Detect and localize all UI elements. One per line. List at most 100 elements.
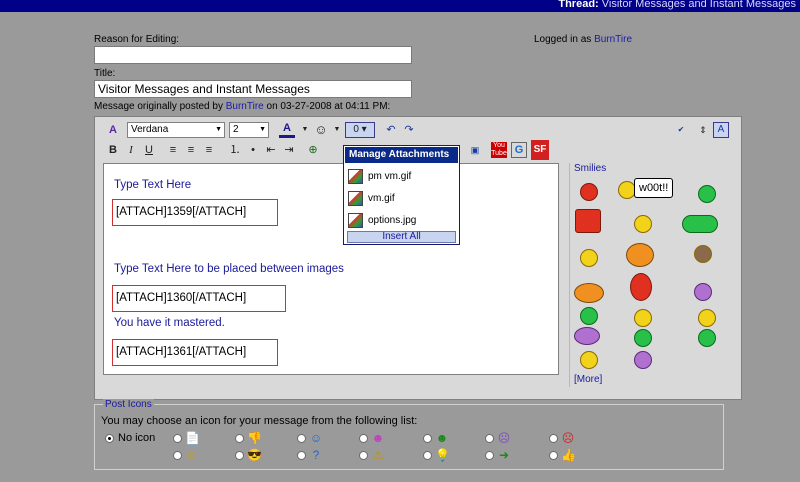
logged-in-text: Logged in as BurnTire: [534, 34, 632, 45]
toolbar-row-1: A Verdana ▼ 2 ▼ A ▼ ☺ ▼ 0 ▾ ↶ ↷ ✔ ⇕ A: [101, 122, 741, 142]
post-icons-fieldset: Post Icons You may choose an icon for yo…: [94, 399, 724, 470]
preview-icon[interactable]: A: [713, 122, 729, 138]
google-icon[interactable]: G: [511, 142, 527, 158]
warning-icon: ⚠: [372, 448, 384, 462]
thread-title: Thread: Visitor Messages and Instant Mes…: [558, 0, 796, 10]
question-icon: ?: [312, 448, 320, 462]
post-icon-radio[interactable]: [549, 451, 558, 460]
resize-icon[interactable]: ⇕: [695, 122, 711, 138]
attach-code-3: [ATTACH]1361[/ATTACH]: [112, 339, 278, 366]
post-icon-radio[interactable]: [423, 451, 432, 460]
smiley-monkey-icon[interactable]: [694, 245, 712, 263]
post-icon-radio[interactable]: [549, 434, 558, 443]
smiley-group-icon[interactable]: [682, 215, 718, 233]
arrow-right-icon: ➜: [498, 448, 510, 462]
post-icons-legend: Post Icons: [103, 399, 154, 410]
post-icon-radio[interactable]: [297, 434, 306, 443]
title-input[interactable]: [94, 80, 412, 98]
attachment-item-label: pm vm.gif: [368, 171, 412, 183]
grin-pink-icon: ☻: [371, 431, 385, 445]
youtube-icon[interactable]: You Tube: [491, 142, 507, 158]
post-icon-radio[interactable]: [423, 434, 432, 443]
smiley-smile-icon[interactable]: [580, 249, 598, 267]
outdent-icon[interactable]: ⇤: [263, 142, 279, 158]
smiley-laugh-icon[interactable]: [698, 309, 716, 327]
image-file-icon: [348, 169, 363, 184]
thumbs-down-icon: 👎: [247, 431, 262, 445]
post-icon-radio[interactable]: [173, 451, 182, 460]
smiley-alien-icon[interactable]: [580, 307, 598, 325]
sf-icon[interactable]: SF: [531, 140, 549, 160]
align-center-icon[interactable]: ≡: [183, 142, 199, 158]
ordered-list-icon[interactable]: ⒈: [227, 142, 243, 158]
unordered-list-icon[interactable]: •: [245, 142, 261, 158]
document-icon: 📄: [185, 431, 200, 445]
thread-label: Thread:: [558, 0, 599, 10]
smiley-cheer-icon[interactable]: [634, 329, 652, 347]
attach-code-1: [ATTACH]1359[/ATTACH]: [112, 199, 278, 226]
redo-icon[interactable]: ↷: [401, 122, 417, 138]
insert-image-icon[interactable]: ▣: [467, 142, 483, 158]
chevron-down-icon[interactable]: ▼: [329, 122, 345, 138]
posted-by-user-link[interactable]: BurnTire: [226, 101, 264, 112]
logged-in-user-link[interactable]: BurnTire: [594, 34, 632, 45]
underline-icon[interactable]: U: [141, 142, 157, 158]
post-icon-radio[interactable]: [485, 451, 494, 460]
align-left-icon[interactable]: ≡: [165, 142, 181, 158]
smiley-happy-icon[interactable]: [634, 309, 652, 327]
attachment-item-3[interactable]: options.jpg: [348, 213, 416, 228]
post-icon-radio[interactable]: [359, 451, 368, 460]
attachment-item-label: options.jpg: [368, 215, 417, 227]
post-icon-radio[interactable]: [485, 434, 494, 443]
undo-icon[interactable]: ↶: [383, 122, 399, 138]
content-line-1: Type Text Here: [114, 179, 192, 191]
smiley-cool-icon[interactable]: [580, 351, 598, 369]
post-icon-radio[interactable]: [235, 451, 244, 460]
angry-red-icon: ☹: [561, 431, 575, 445]
insert-link-icon[interactable]: ⊕: [305, 142, 321, 158]
chevron-down-icon: ▼: [215, 126, 222, 133]
switch-mode-icon[interactable]: A: [105, 122, 121, 138]
post-icon-radio[interactable]: [235, 434, 244, 443]
woot-bubble: w00t!!: [634, 178, 674, 198]
indent-icon[interactable]: ⇥: [281, 142, 297, 158]
chevron-down-icon[interactable]: ▼: [297, 122, 313, 138]
attachment-item-2[interactable]: vm.gif: [348, 191, 395, 206]
posted-by-prefix: Message originally posted by: [94, 101, 223, 112]
reason-input[interactable]: [94, 46, 412, 64]
smiley-shout-icon[interactable]: [626, 243, 654, 267]
more-smilies-link[interactable]: [More]: [574, 374, 602, 385]
smiley-grin-icon[interactable]: [698, 185, 716, 203]
smiley-dance-icon[interactable]: [630, 273, 652, 301]
size-select[interactable]: 2 ▼: [229, 122, 269, 138]
post-icon-radio[interactable]: [297, 451, 306, 460]
align-right-icon[interactable]: ≡: [201, 142, 217, 158]
thumbs-up-icon: 👍: [561, 448, 576, 462]
smiley-big-grin-icon[interactable]: [575, 209, 601, 233]
attachment-item-1[interactable]: pm vm.gif: [348, 169, 411, 184]
attachment-paperclip-icon[interactable]: 0 ▾: [345, 122, 375, 138]
smiley-kiss-icon[interactable]: [574, 327, 600, 345]
text-color-icon[interactable]: A: [279, 122, 295, 138]
smiley-toothy-icon[interactable]: [698, 329, 716, 347]
insert-all-button[interactable]: Insert All: [347, 231, 456, 243]
italic-icon[interactable]: I: [123, 142, 139, 158]
title-label: Title:: [94, 68, 116, 79]
smile-blue-icon: ☺: [309, 431, 323, 445]
smiley-blush-icon[interactable]: [634, 351, 652, 369]
bold-icon[interactable]: B: [105, 142, 121, 158]
smiley-wink-icon[interactable]: [634, 215, 652, 233]
smiley-yaya-icon[interactable]: [580, 183, 598, 201]
no-icon-radio[interactable]: [105, 434, 114, 443]
font-select[interactable]: Verdana ▼: [127, 122, 225, 138]
reason-label: Reason for Editing:: [94, 34, 180, 45]
spell-check-icon[interactable]: ✔: [673, 122, 689, 138]
post-icon-radio[interactable]: [359, 434, 368, 443]
message-textarea[interactable]: Type Text Here [ATTACH]1359[/ATTACH] Typ…: [103, 163, 559, 375]
post-icon-radio[interactable]: [173, 434, 182, 443]
manage-attachments-title[interactable]: Manage Attachments: [345, 147, 458, 163]
smilies-icon[interactable]: ☺: [313, 122, 329, 138]
smiley-hug-icon[interactable]: [574, 283, 604, 303]
smiley-confused-icon[interactable]: [694, 283, 712, 301]
chevron-down-icon: ▼: [259, 126, 266, 133]
